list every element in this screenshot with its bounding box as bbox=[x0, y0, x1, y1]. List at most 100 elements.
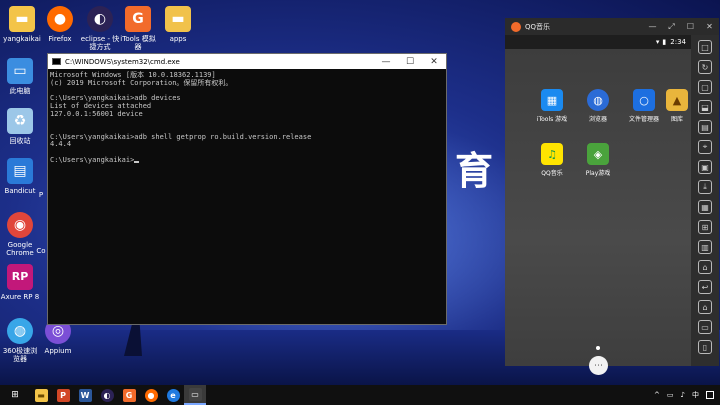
android-home-screen[interactable]: ▦ iTools 游戏 ◍ 浏览器 ○ 文件管理器 ▲ 图库 ♫ QQ音乐 ◈ … bbox=[505, 49, 691, 375]
input-method-indicator[interactable]: 中 bbox=[692, 390, 699, 400]
desktop-icon-eclipse[interactable]: ◐ eclipse - 快捷方式 bbox=[80, 6, 120, 51]
itools-logo-icon bbox=[511, 21, 521, 32]
desktop-icon-label: Firefox bbox=[48, 35, 72, 43]
desktop-icon-user-folder[interactable]: ▬ yangkaikai bbox=[2, 6, 42, 43]
edge-icon: e bbox=[166, 388, 180, 402]
emulator-side-toolbar: □ ↻ ▢ ⬓ ▤ ⌖ ▣ ⤓ ▦ ⊞ ▥ ⌂ ↩ ⌂ ▭ ▯ bbox=[691, 35, 719, 366]
minimize-button[interactable]: — bbox=[374, 57, 398, 67]
file-manager-icon: ○ bbox=[633, 89, 655, 111]
taskbar-cmd[interactable]: ▭ bbox=[184, 385, 206, 405]
battery-icon: ▮ bbox=[662, 38, 667, 46]
notification-icon[interactable] bbox=[706, 391, 714, 399]
desktop-icon-label: iTools 模拟器 bbox=[120, 35, 156, 51]
console-line: 127.0.0.1:56001 device bbox=[50, 109, 143, 118]
windows-start-icon: ⊞ bbox=[11, 390, 19, 400]
desktop-icon-label: apps bbox=[169, 35, 187, 43]
desktop-icon-recycle-bin[interactable]: ♻ 回收站 bbox=[0, 108, 40, 145]
emulator-titlebar[interactable]: QQ音乐 — ⤢ ☐ ✕ bbox=[505, 18, 719, 35]
close-button[interactable]: ✕ bbox=[422, 57, 446, 67]
desktop-icon-label: P bbox=[38, 191, 44, 199]
maximize-button[interactable]: ☐ bbox=[398, 57, 422, 67]
home-button-icon[interactable]: ⌂ bbox=[698, 300, 712, 314]
itools-icon: G bbox=[122, 388, 136, 402]
toolbar-button-5-icon[interactable]: ▤ bbox=[698, 120, 712, 134]
itools-games-icon: ▦ bbox=[541, 89, 563, 111]
toolbar-button-4-icon[interactable]: ⬓ bbox=[698, 100, 712, 114]
desktop-icon-360-browser[interactable]: ◍ 360极速浏览器 bbox=[0, 318, 40, 363]
toolbar-button-3-icon[interactable]: ▢ bbox=[698, 80, 712, 94]
app-browser[interactable]: ◍ 浏览器 bbox=[578, 89, 618, 123]
taskbar-edge[interactable]: e bbox=[162, 385, 184, 405]
minimize-button[interactable]: — bbox=[643, 22, 662, 31]
wifi-icon: ▾ bbox=[655, 38, 660, 46]
taskbar-file-explorer[interactable]: ▬ bbox=[30, 385, 52, 405]
start-button[interactable]: ⊞ bbox=[0, 385, 30, 405]
console-line: C:\Users\yangkaikai>adb shell getprop ro… bbox=[50, 132, 312, 141]
back-button-icon[interactable]: ↩ bbox=[698, 280, 712, 294]
cmd-icon bbox=[52, 58, 61, 65]
taskbar-firefox[interactable]: ● bbox=[140, 385, 162, 405]
desktop-icon-label: 此电脑 bbox=[9, 87, 31, 95]
desktop-icon-axure[interactable]: RP Axure RP 8 bbox=[0, 264, 40, 301]
toolbar-button-10-icon[interactable]: ⊞ bbox=[698, 220, 712, 234]
eclipse-icon: ◐ bbox=[100, 388, 114, 402]
user-folder-icon: ▬ bbox=[9, 6, 35, 32]
desktop-icon-partial-co[interactable]: Co bbox=[34, 218, 48, 255]
maximize-button[interactable]: ☐ bbox=[681, 22, 700, 31]
app-label: Play游戏 bbox=[585, 170, 611, 177]
recent-apps-button-icon[interactable]: ▭ bbox=[698, 320, 712, 334]
restore-button[interactable]: ⤢ bbox=[662, 22, 681, 32]
toolbar-button-16-icon[interactable]: ▯ bbox=[698, 340, 712, 354]
toolbar-button-2-icon[interactable]: ↻ bbox=[698, 60, 712, 74]
app-play-games[interactable]: ◈ Play游戏 bbox=[578, 143, 618, 177]
desktop-icon-firefox[interactable]: ● Firefox bbox=[40, 6, 80, 43]
desktop-icon-label: yangkaikai bbox=[3, 35, 41, 43]
app-drawer-button[interactable]: ⋯ bbox=[589, 356, 608, 375]
app-label: 浏览器 bbox=[588, 116, 607, 123]
desktop-icon-partial-p[interactable]: P bbox=[34, 162, 48, 199]
cmd-console[interactable]: Microsoft Windows [版本 10.0.18362.1139] (c… bbox=[48, 69, 446, 164]
close-button[interactable]: ✕ bbox=[700, 22, 719, 31]
desktop-icon-this-pc[interactable]: ▭ 此电脑 bbox=[0, 58, 40, 95]
emulator-window[interactable]: QQ音乐 — ⤢ ☐ ✕ ▾ ▮ 2:34 ▦ iTools 游戏 ◍ 浏览器 … bbox=[505, 18, 719, 375]
gallery-icon: ▲ bbox=[666, 89, 688, 111]
toolbar-button-8-icon[interactable]: ⤓ bbox=[698, 180, 712, 194]
desktop-icon-label: Axure RP 8 bbox=[0, 293, 40, 301]
toolbar-button-7-icon[interactable]: ▣ bbox=[698, 160, 712, 174]
toolbar-button-1-icon[interactable]: □ bbox=[698, 40, 712, 54]
browser-360-icon: ◍ bbox=[7, 318, 33, 344]
desktop-icon-label: Co bbox=[36, 247, 46, 255]
tray-overflow-icon[interactable]: ^ bbox=[654, 391, 660, 399]
desktop-icon-label: eclipse - 快捷方式 bbox=[80, 35, 120, 51]
text-cursor bbox=[134, 160, 140, 163]
bandicut-icon: ▤ bbox=[7, 158, 33, 184]
itools-icon: G bbox=[125, 6, 151, 32]
taskbar-itools[interactable]: G bbox=[118, 385, 140, 405]
recycle-bin-icon: ♻ bbox=[7, 108, 33, 134]
android-status-bar: ▾ ▮ 2:34 bbox=[505, 35, 691, 49]
taskbar-word[interactable]: W bbox=[74, 385, 96, 405]
taskbar-powerpoint[interactable]: P bbox=[52, 385, 74, 405]
wallpaper-text: 育 bbox=[455, 149, 496, 193]
play-games-icon: ◈ bbox=[587, 143, 609, 165]
status-time: 2:34 bbox=[670, 38, 686, 46]
cmd-window[interactable]: C:\WINDOWS\system32\cmd.exe — ☐ ✕ Micros… bbox=[47, 53, 447, 325]
desktop-icon-itools[interactable]: G iTools 模拟器 bbox=[118, 6, 158, 51]
desktop-icon-label: 360极速浏览器 bbox=[2, 347, 38, 363]
toolbar-button-11-icon[interactable]: ▥ bbox=[698, 240, 712, 254]
toolbar-button-12-icon[interactable]: ⌂ bbox=[698, 260, 712, 274]
console-line: (c) 2019 Microsoft Corporation。保留所有权利。 bbox=[50, 78, 233, 87]
app-qq-music[interactable]: ♫ QQ音乐 bbox=[532, 143, 572, 177]
toolbar-button-6-icon[interactable]: ⌖ bbox=[698, 140, 712, 154]
file-explorer-icon: ▬ bbox=[34, 388, 48, 402]
app-itools-games[interactable]: ▦ iTools 游戏 bbox=[532, 89, 572, 123]
cmd-titlebar[interactable]: C:\WINDOWS\system32\cmd.exe — ☐ ✕ bbox=[48, 54, 446, 69]
firefox-icon: ● bbox=[47, 6, 73, 32]
network-icon[interactable]: ▭ bbox=[667, 391, 674, 399]
toolbar-button-9-icon[interactable]: ▦ bbox=[698, 200, 712, 214]
chrome-icon: ◉ bbox=[7, 212, 33, 238]
desktop-icon-apps[interactable]: ▬ apps bbox=[158, 6, 198, 43]
app-label: QQ音乐 bbox=[541, 170, 563, 177]
taskbar-eclipse[interactable]: ◐ bbox=[96, 385, 118, 405]
volume-icon[interactable]: ♪ bbox=[681, 391, 685, 399]
